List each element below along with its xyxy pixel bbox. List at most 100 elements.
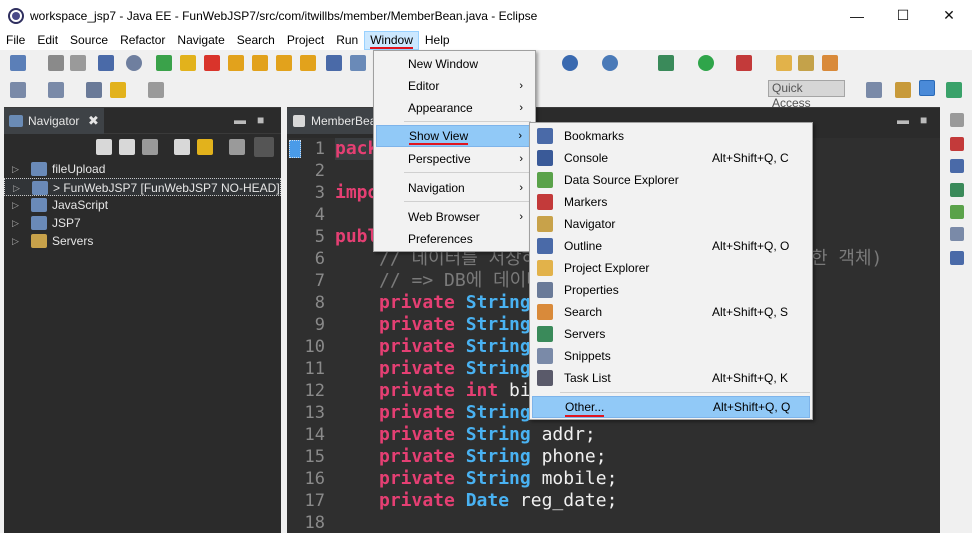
show-view-properties[interactable]: Properties bbox=[532, 279, 810, 301]
menu-search[interactable]: Search bbox=[231, 31, 281, 50]
window-menu-appearance[interactable]: Appearance › bbox=[376, 97, 533, 119]
show-view-bookmarks[interactable]: Bookmarks bbox=[532, 125, 810, 147]
minimize-button[interactable]: — bbox=[834, 0, 880, 31]
snippets-icon[interactable] bbox=[950, 227, 964, 241]
properties-icon[interactable] bbox=[950, 137, 964, 151]
new-icon[interactable] bbox=[10, 55, 26, 71]
data-source-icon[interactable] bbox=[950, 205, 964, 219]
pencil-icon[interactable] bbox=[822, 55, 838, 71]
tree-item-fileupload[interactable]: ▷ fileUpload bbox=[4, 160, 281, 178]
next-annotation-icon[interactable] bbox=[48, 82, 64, 98]
show-view-console[interactable]: Console Alt+Shift+Q, C bbox=[532, 147, 810, 169]
globe-icon[interactable] bbox=[602, 55, 618, 71]
suspend-icon[interactable] bbox=[180, 55, 196, 71]
open-type-icon[interactable] bbox=[350, 55, 366, 71]
debug-perspective-icon[interactable] bbox=[919, 80, 935, 96]
save-all-icon[interactable] bbox=[70, 55, 86, 71]
navigator-tab[interactable]: Navigator ✖ bbox=[4, 108, 104, 134]
step-into-icon[interactable] bbox=[228, 55, 244, 71]
expand-icon[interactable]: ▷ bbox=[12, 196, 19, 214]
external-tools-icon[interactable] bbox=[736, 55, 752, 71]
window-menu-navigation[interactable]: Navigation › bbox=[376, 177, 533, 199]
menu-navigate[interactable]: Navigate bbox=[171, 31, 230, 50]
expand-icon[interactable]: ▷ bbox=[12, 160, 19, 178]
window-menu-preferences[interactable]: Preferences bbox=[376, 228, 533, 250]
code-type: String bbox=[465, 446, 531, 467]
menu-source[interactable]: Source bbox=[64, 31, 114, 50]
show-view-project-explorer[interactable]: Project Explorer bbox=[532, 257, 810, 279]
java-perspective-icon[interactable] bbox=[946, 82, 962, 98]
show-view-outline[interactable]: Outline Alt+Shift+Q, O bbox=[532, 235, 810, 257]
debug-icon[interactable] bbox=[658, 55, 674, 71]
forward-icon[interactable] bbox=[148, 82, 164, 98]
show-view-navigator[interactable]: Navigator bbox=[532, 213, 810, 235]
maximize-editor-icon[interactable]: ■ bbox=[920, 113, 927, 127]
close-button[interactable]: ✕ bbox=[926, 0, 972, 31]
link-with-editor-icon[interactable] bbox=[197, 139, 213, 155]
back-arrow-icon[interactable] bbox=[96, 139, 112, 155]
show-view-task-list[interactable]: Task List Alt+Shift+Q, K bbox=[532, 367, 810, 389]
menu-edit[interactable]: Edit bbox=[31, 31, 64, 50]
last-edit-icon[interactable] bbox=[86, 82, 102, 98]
open-file-icon[interactable] bbox=[798, 55, 814, 71]
tree-item-servers[interactable]: ▷ Servers bbox=[4, 232, 281, 250]
expand-icon[interactable]: ▷ bbox=[12, 232, 19, 250]
step-return-icon[interactable] bbox=[276, 55, 292, 71]
minimize-view-icon[interactable]: ▬ bbox=[234, 113, 246, 127]
show-view-other[interactable]: Other... Alt+Shift+Q, Q bbox=[532, 396, 810, 418]
expand-icon[interactable]: ▷ bbox=[12, 214, 19, 232]
web-service-icon[interactable] bbox=[562, 55, 578, 71]
servers-icon[interactable] bbox=[950, 183, 964, 197]
use-step-filters-icon[interactable] bbox=[326, 55, 342, 71]
menu-refactor[interactable]: Refactor bbox=[114, 31, 171, 50]
menu-run[interactable]: Run bbox=[330, 31, 364, 50]
view-menu-icon[interactable] bbox=[254, 137, 274, 157]
close-icon[interactable]: ✖ bbox=[88, 108, 99, 134]
resume-icon[interactable] bbox=[156, 55, 172, 71]
menu-help[interactable]: Help bbox=[419, 31, 456, 50]
terminal-icon[interactable] bbox=[98, 55, 114, 71]
step-over-icon[interactable] bbox=[252, 55, 268, 71]
quick-access-input[interactable]: Quick Access bbox=[768, 80, 845, 110]
drop-to-frame-icon[interactable] bbox=[300, 55, 316, 71]
outline-icon[interactable] bbox=[950, 159, 964, 173]
filter-icon[interactable] bbox=[229, 139, 245, 155]
expand-icon[interactable]: ▷ bbox=[13, 179, 20, 197]
back-icon[interactable] bbox=[110, 82, 126, 98]
tree-item-funwebjsp7[interactable]: ▷ > FunWebJSP7 [FunWebJSP7 NO-HEAD] bbox=[4, 178, 281, 196]
run-icon[interactable] bbox=[698, 55, 714, 71]
forward-arrow-icon[interactable] bbox=[119, 139, 135, 155]
window-menu-show-view[interactable]: Show View › bbox=[376, 125, 533, 147]
tree-item-jsp7[interactable]: ▷ JSP7 bbox=[4, 214, 281, 232]
show-view-search[interactable]: Search Alt+Shift+Q, S bbox=[532, 301, 810, 323]
show-view-servers[interactable]: Servers bbox=[532, 323, 810, 345]
maximize-button[interactable]: ☐ bbox=[880, 0, 926, 31]
open-folder-icon[interactable] bbox=[776, 55, 792, 71]
tree-item-javascript[interactable]: ▷ JavaScript bbox=[4, 196, 281, 214]
show-view-snippets[interactable]: Snippets bbox=[532, 345, 810, 367]
menu-file[interactable]: File bbox=[0, 31, 31, 50]
up-icon[interactable] bbox=[142, 139, 158, 155]
terminate-icon[interactable] bbox=[204, 55, 220, 71]
window-menu-new-window[interactable]: New Window bbox=[376, 53, 533, 75]
menu-project[interactable]: Project bbox=[281, 31, 330, 50]
tree-item-label: JSP7 bbox=[52, 216, 81, 230]
maximize-view-icon[interactable]: ■ bbox=[257, 113, 264, 127]
collapse-all-icon[interactable] bbox=[174, 139, 190, 155]
menu-window[interactable]: Window bbox=[364, 31, 419, 50]
window-menu-web-browser[interactable]: Web Browser › bbox=[376, 206, 533, 228]
restore-icon[interactable] bbox=[950, 113, 964, 127]
annotation-icon[interactable] bbox=[10, 82, 26, 98]
project-icon bbox=[31, 216, 47, 230]
skip-breakpoints-icon[interactable] bbox=[126, 55, 142, 71]
window-menu-perspective[interactable]: Perspective › bbox=[376, 148, 533, 170]
window-menu-editor[interactable]: Editor › bbox=[376, 75, 533, 97]
save-icon[interactable] bbox=[48, 55, 64, 71]
show-view-data-source-explorer[interactable]: Data Source Explorer bbox=[532, 169, 810, 191]
open-perspective-icon[interactable] bbox=[866, 82, 882, 98]
show-view-markers[interactable]: Markers bbox=[532, 191, 810, 213]
java-ee-perspective-icon[interactable] bbox=[895, 82, 911, 98]
editor-tab-memberbean[interactable]: MemberBean.java bbox=[287, 108, 387, 134]
console-icon[interactable] bbox=[950, 251, 964, 265]
minimize-editor-icon[interactable]: ▬ bbox=[897, 113, 909, 127]
